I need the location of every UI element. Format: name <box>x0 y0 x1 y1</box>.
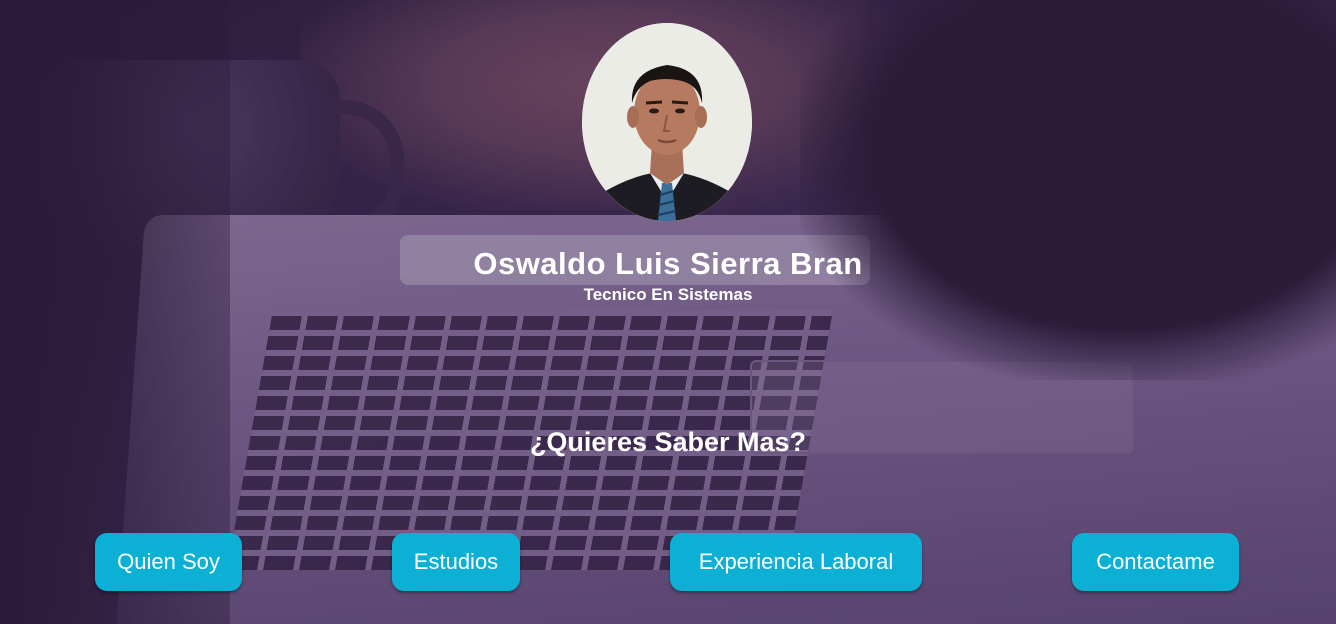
profile-photo-icon <box>582 23 752 221</box>
avatar <box>582 23 752 221</box>
quien-soy-button[interactable]: Quien Soy <box>95 533 242 591</box>
hero-section: Oswaldo Luis Sierra Bran Tecnico En Sist… <box>0 0 1336 624</box>
cta-question: ¿Quieres Saber Mas? <box>529 427 807 457</box>
profile-name: Oswaldo Luis Sierra Bran <box>473 246 863 281</box>
estudios-button[interactable]: Estudios <box>392 533 520 591</box>
profile-role: Tecnico En Sistemas <box>583 285 753 304</box>
experiencia-laboral-button[interactable]: Experiencia Laboral <box>670 533 922 591</box>
contactame-button[interactable]: Contactame <box>1072 533 1239 591</box>
